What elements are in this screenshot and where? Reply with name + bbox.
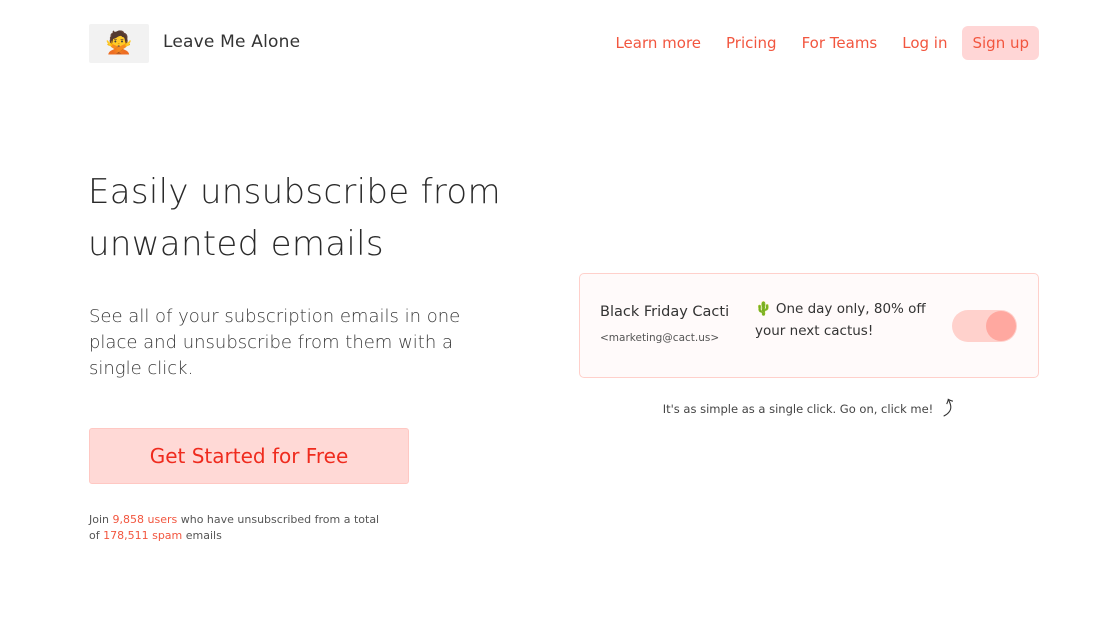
logo-icon[interactable]: 🙅 (89, 24, 149, 63)
hero-title: Easily unsubscribe from unwanted emails (88, 172, 501, 264)
nav-learn-more[interactable]: Learn more (615, 34, 701, 52)
sender-name: Black Friday Cacti (600, 304, 730, 320)
nav-pricing[interactable]: Pricing (726, 34, 777, 52)
site-header: 🙅 Leave Me Alone Learn more Pricing For … (89, 24, 1039, 64)
nav-for-teams[interactable]: For Teams (802, 34, 878, 52)
unsubscribe-toggle[interactable] (952, 310, 1017, 342)
get-started-button[interactable]: Get Started for Free (89, 428, 409, 484)
sender-email: <marketing@cact.us> (600, 332, 720, 344)
stats-users: 9,858 users (112, 513, 178, 526)
demo-subscription-card: Black Friday Cacti <marketing@cact.us> 🌵… (579, 273, 1039, 378)
nav-log-in[interactable]: Log in (902, 34, 947, 52)
subject-text: One day only, 80% off your next cactus! (755, 301, 926, 339)
curved-arrow-icon: ⤴ (936, 395, 960, 420)
main-nav: Learn more Pricing For Teams Log in Sign… (590, 25, 1039, 61)
brand-name[interactable]: Leave Me Alone (163, 32, 300, 52)
usage-stats: Join 9,858 users who have unsubscribed f… (89, 512, 389, 544)
email-subject: 🌵 One day only, 80% off your next cactus! (755, 298, 940, 342)
click-hint: It's as simple as a single click. Go on,… (579, 394, 1039, 420)
sign-up-button[interactable]: Sign up (962, 26, 1039, 60)
toggle-knob (986, 311, 1016, 341)
cactus-icon: 🌵 (755, 301, 772, 317)
hero-subtitle: See all of your subscription emails in o… (89, 306, 461, 379)
hint-text: It's as simple as a single click. Go on,… (662, 402, 934, 416)
woman-gesturing-no-icon: 🙅 (105, 31, 133, 56)
stats-suffix: emails (185, 529, 222, 542)
stats-spam: 178,511 spam (103, 529, 183, 542)
stats-prefix: Join (89, 513, 110, 526)
